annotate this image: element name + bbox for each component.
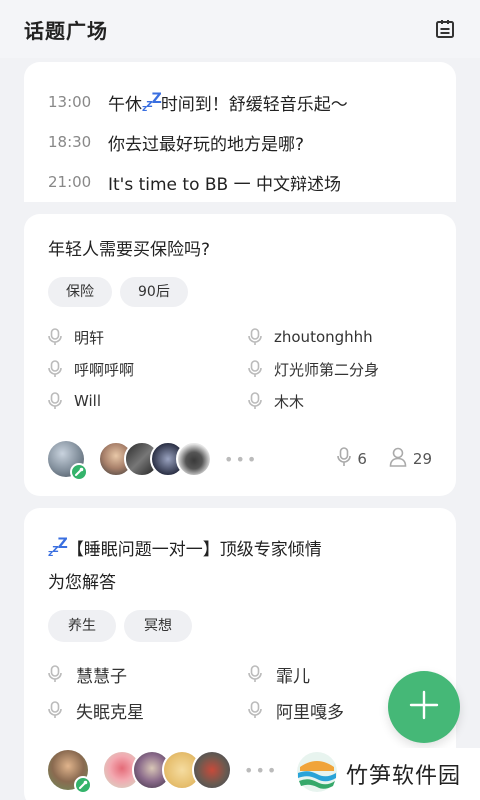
speaker-item: 灯光师第二分身 (248, 353, 432, 385)
schedule-row[interactable]: 18:30 你去过最好玩的地方是哪? (48, 122, 432, 162)
speaker-item: zhoutonghhh (248, 321, 432, 353)
speaker-item: Will (48, 385, 248, 417)
schedule-title: 午休zzZ时间到！舒缓轻音乐起～ (108, 90, 348, 115)
speaker-name: 阿里嘎多 (276, 702, 344, 723)
sleep-zzz-icon: zzZ (142, 90, 162, 114)
mic-icon (337, 447, 352, 471)
listener-avatar[interactable] (192, 750, 232, 790)
mic-icon (48, 392, 62, 410)
mic-icon (48, 328, 62, 346)
top-bar: 话题广场 (0, 0, 480, 58)
topic-title: 年轻人需要买保险吗? (48, 240, 211, 260)
mic-icon (48, 701, 62, 719)
speaker-name: 霏儿 (276, 666, 310, 687)
speaker-name: Will (74, 392, 102, 410)
mic-icon (248, 328, 262, 346)
mic-icon (248, 701, 262, 719)
topic-card[interactable]: 年轻人需要买保险吗? 保险 90后 明轩 zhoutonghhh 呼啊呼啊 灯光… (24, 214, 456, 496)
tag-list: 保险 90后 (48, 277, 432, 307)
speaker-item: 明轩 (48, 321, 248, 353)
speaker-item: 呼啊呼啊 (48, 353, 248, 385)
topic-tag[interactable]: 冥想 (124, 610, 192, 642)
speaker-item: 失眠克星 (48, 692, 248, 728)
topic-tag[interactable]: 保险 (48, 277, 112, 307)
mic-icon (48, 665, 62, 683)
topic-title: zzZ【睡眠问题一对一】顶级专家倾情 为您解答 (48, 536, 322, 593)
schedule-time: 18:30 (48, 133, 92, 151)
host-mic-badge-icon (70, 463, 88, 481)
speaker-item: 木木 (248, 385, 432, 417)
topic-footer: ••• 6 29 (48, 439, 432, 481)
schedule-row[interactable]: 13:00 午休zzZ时间到！舒缓轻音乐起～ (48, 82, 432, 122)
create-topic-button[interactable] (388, 671, 460, 743)
schedule-title: It's time to BB 一 中文辩述场 (108, 174, 342, 195)
avatar-group: ••• (48, 441, 259, 481)
site-watermark: 竹笋软件园 (290, 748, 480, 800)
speaker-name: zhoutonghhh (274, 328, 373, 346)
speaker-name: 明轩 (74, 328, 105, 347)
mic-icon (48, 360, 62, 378)
speaker-count-value: 6 (357, 450, 367, 468)
page-title: 话题广场 (24, 18, 108, 43)
schedule-time: 21:00 (48, 173, 92, 191)
watermark-text: 竹笋软件园 (346, 764, 462, 789)
speaker-list: 明轩 zhoutonghhh 呼啊呼啊 灯光师第二分身 Will 木木 (48, 321, 432, 417)
speaker-list: 慧慧子 霏儿 失眠克星 阿里嘎多 (48, 656, 432, 728)
mic-icon (248, 360, 262, 378)
tag-list: 养生 冥想 (48, 610, 432, 642)
mic-icon (248, 392, 262, 410)
listener-count: 29 (389, 447, 432, 471)
sleep-zzz-icon: zzZ (48, 536, 68, 559)
plus-icon (409, 690, 439, 724)
schedule-time: 13:00 (48, 93, 92, 111)
schedule-card: 13:00 午休zzZ时间到！舒缓轻音乐起～ 18:30 你去过最好玩的地方是哪… (24, 62, 456, 202)
calendar-icon[interactable] (434, 18, 456, 40)
topic-tag[interactable]: 养生 (48, 610, 116, 642)
listener-count-value: 29 (412, 450, 432, 468)
topic-stats: 6 29 (337, 447, 432, 471)
host-avatar[interactable] (48, 441, 88, 481)
speaker-name: 灯光师第二分身 (274, 360, 380, 379)
more-avatars-indicator: ••• (244, 760, 279, 780)
more-avatars-indicator: ••• (224, 449, 259, 469)
speaker-name: 失眠克星 (76, 702, 144, 723)
schedule-row[interactable]: 21:00 It's time to BB 一 中文辩述场 (48, 162, 432, 202)
listener-avatar[interactable] (176, 441, 212, 477)
host-avatar[interactable] (48, 750, 92, 794)
speaker-name: 慧慧子 (76, 666, 127, 687)
mic-icon (248, 665, 262, 683)
host-mic-badge-icon (74, 776, 92, 794)
person-icon (389, 447, 407, 471)
bamboo-logo (296, 751, 338, 797)
topic-tag[interactable]: 90后 (120, 277, 188, 307)
schedule-title: 你去过最好玩的地方是哪? (108, 134, 305, 155)
avatar-group: ••• (48, 750, 279, 794)
speaker-name: 木木 (274, 392, 305, 411)
speaker-item: 慧慧子 (48, 656, 248, 692)
speaker-count: 6 (337, 447, 367, 471)
speaker-name: 呼啊呼啊 (74, 360, 135, 379)
